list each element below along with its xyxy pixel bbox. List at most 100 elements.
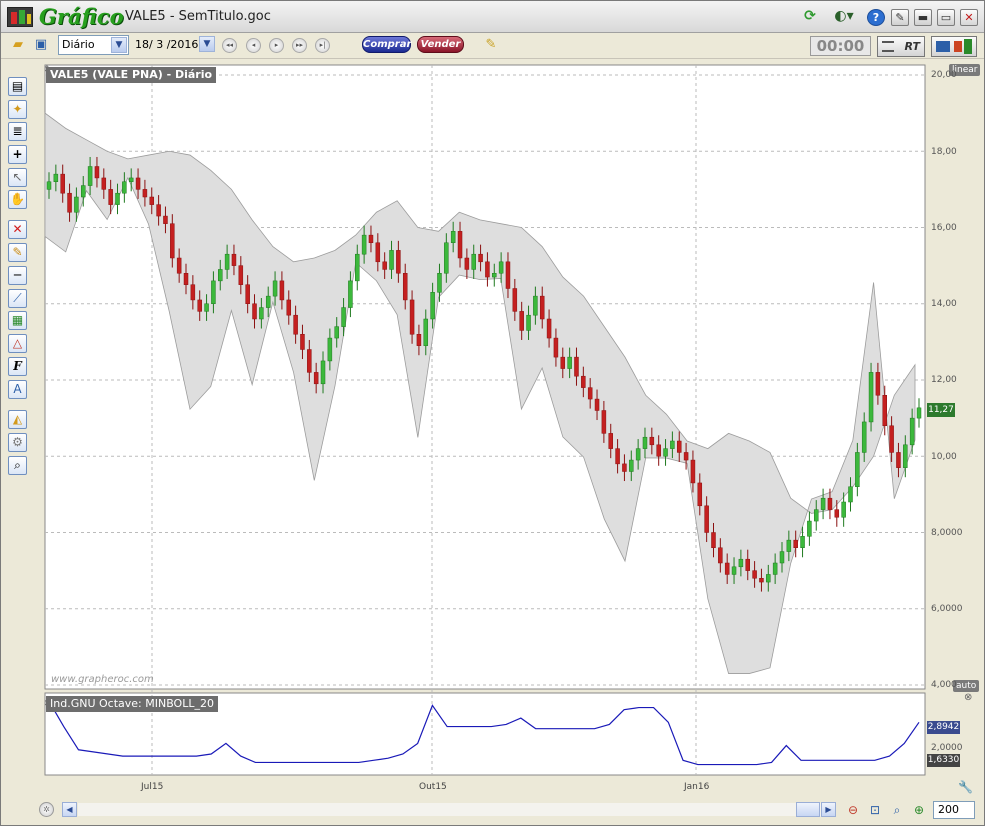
candle — [218, 269, 223, 282]
main-window: Gráfico VALE5 - SemTitulo.goc ⟳ ◐▾ ? ✎ ▬… — [0, 0, 985, 826]
candle — [450, 231, 456, 243]
candle — [793, 539, 798, 548]
refresh-icon[interactable]: ⟳ — [801, 9, 819, 26]
candle — [375, 242, 381, 263]
candle — [649, 436, 655, 446]
crosshair-icon[interactable]: + — [8, 145, 27, 164]
horizontal-line-icon[interactable]: ─ — [8, 266, 27, 285]
text-icon[interactable]: A — [8, 380, 27, 399]
candle — [855, 452, 860, 487]
chevron-down-icon[interactable]: ▼ — [111, 37, 127, 53]
save-icon[interactable]: ▣ — [32, 36, 50, 54]
y-tick: 10,00 — [931, 452, 957, 462]
candle — [183, 273, 189, 285]
settings-gear-icon[interactable]: ✲ — [39, 802, 54, 817]
candle — [909, 417, 915, 446]
candle — [772, 562, 778, 575]
open-folder-icon[interactable]: ▰ — [9, 36, 27, 54]
next-bar-button[interactable]: ▸ — [269, 38, 284, 53]
candle — [841, 501, 846, 518]
fast-forward-button[interactable]: ▸▸ — [292, 38, 307, 53]
candle — [149, 196, 155, 205]
trendline-icon[interactable]: ⟋ — [8, 289, 27, 308]
restore-button[interactable]: ▭ — [937, 9, 955, 26]
indicator-legend: Ind.GNU Octave: MINBOLL_20 — [46, 696, 218, 712]
help-icon[interactable]: ? — [867, 9, 885, 26]
zoom-field[interactable]: 200 — [933, 801, 975, 819]
panel-icon[interactable]: ▤ — [8, 77, 27, 96]
scrollbar-track[interactable] — [78, 803, 826, 816]
candle — [546, 318, 552, 339]
date-dropdown-icon[interactable]: ▼ — [199, 36, 215, 52]
candle — [485, 261, 490, 278]
candle — [834, 509, 840, 518]
candle — [533, 295, 538, 316]
cursor-icon[interactable]: ↖ — [8, 168, 27, 187]
candle — [875, 372, 881, 396]
zoom-out-icon[interactable]: ⌕ — [888, 801, 906, 819]
buy-button[interactable]: Comprar — [362, 36, 411, 53]
hand-icon[interactable]: ✋ — [8, 190, 27, 209]
x-tick: Jan16 — [684, 782, 710, 792]
chart-canvas[interactable]: ⇕ ⇕ — [34, 63, 979, 783]
fibonacci-icon[interactable]: △ — [8, 334, 27, 353]
template-icon[interactable]: ✦ — [8, 100, 27, 119]
wrench-icon[interactable]: 🔧 — [958, 780, 973, 794]
pencil-icon[interactable]: ✎ — [8, 243, 27, 262]
candle — [512, 288, 518, 312]
scroll-left-button[interactable]: ◀ — [62, 802, 77, 817]
candle — [197, 299, 202, 312]
minimize-button[interactable]: ▬ — [914, 9, 932, 26]
close-indicator-icon[interactable]: ⊗ — [964, 692, 972, 703]
period-select[interactable]: Diário ▼ — [58, 35, 129, 55]
candle — [396, 250, 401, 274]
clock-display: 00:00 — [810, 36, 871, 56]
bottom-bar: ✲ ◀ ▶ ⊖ ⊡ ⌕ ⊕ 200 — [34, 799, 979, 821]
scroll-right-button[interactable]: ▶ — [821, 802, 836, 817]
brush-icon[interactable]: ◐▾ — [831, 9, 857, 26]
candle — [272, 280, 278, 297]
channel-icon[interactable]: ▦ — [8, 311, 27, 330]
drawing-toolbar: ▤ ✦ ≣ + ↖ ✋ ✕ ✎ ─ ⟋ ▦ △ F A ◭ ⚙ ⌕ — [1, 59, 33, 799]
notes-icon[interactable]: ✎ — [482, 36, 500, 54]
title-bar[interactable]: Gráfico VALE5 - SemTitulo.goc ⟳ ◐▾ ? ✎ ▬… — [1, 1, 984, 33]
candle — [389, 250, 394, 270]
prev-bar-button[interactable]: ◂ — [246, 38, 261, 53]
close-button[interactable]: ✕ — [960, 9, 978, 26]
candle — [430, 292, 435, 320]
candle — [526, 314, 531, 331]
candle — [245, 284, 250, 304]
candle — [478, 253, 483, 263]
candle — [697, 482, 703, 507]
zoom-window-icon[interactable]: ⊡ — [866, 801, 884, 819]
candle — [53, 173, 59, 182]
candle — [670, 440, 675, 449]
app-logo-icon — [7, 7, 33, 27]
zoom-fit-icon[interactable]: ⊖ — [844, 801, 862, 819]
settings-icon[interactable]: ⚙ — [8, 433, 27, 452]
last-bar-button[interactable]: ▸| — [315, 38, 330, 53]
tools-icon[interactable]: ✎ — [891, 9, 909, 26]
candle — [142, 189, 148, 198]
first-bar-button[interactable]: ◂◂ — [222, 38, 237, 53]
candle — [259, 307, 264, 320]
list-icon[interactable]: ≣ — [8, 122, 27, 141]
candle — [279, 280, 285, 301]
candle — [560, 356, 566, 369]
scrollbar-thumb[interactable] — [796, 802, 820, 817]
candle — [629, 459, 634, 472]
delete-icon[interactable]: ✕ — [8, 220, 27, 239]
candle — [903, 444, 908, 468]
candle — [807, 520, 812, 537]
zoom-icon[interactable]: ⌕ — [8, 456, 27, 475]
formula-icon[interactable]: F — [8, 357, 27, 376]
candle — [738, 558, 744, 568]
candle — [128, 177, 134, 182]
sell-button[interactable]: Vender — [417, 36, 464, 53]
alert-icon[interactable]: ◭ — [8, 410, 27, 429]
candle — [423, 318, 429, 346]
realtime-button[interactable]: RT — [877, 36, 925, 57]
zoom-in-icon[interactable]: ⊕ — [910, 801, 928, 819]
candle — [498, 261, 504, 274]
layout-button[interactable] — [931, 36, 977, 57]
